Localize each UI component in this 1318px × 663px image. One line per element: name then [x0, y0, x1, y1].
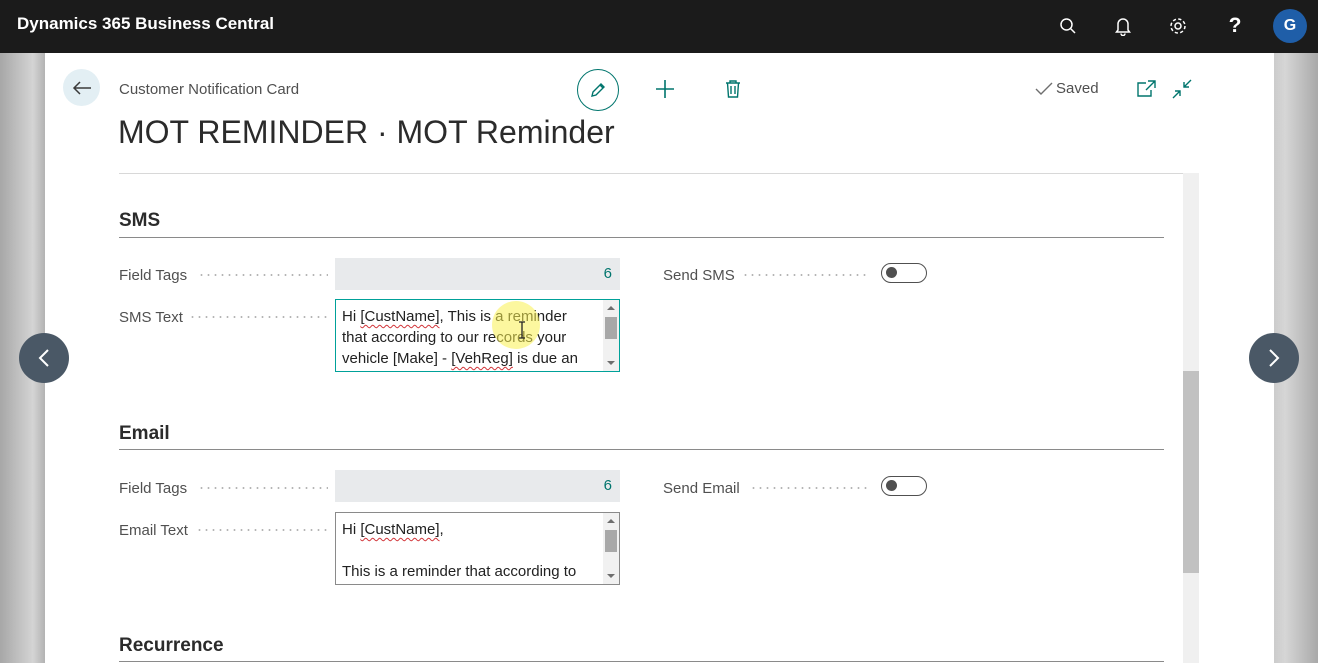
scroll-down-icon[interactable]	[607, 574, 615, 578]
open-new-window-button[interactable]	[1134, 77, 1158, 101]
scroll-up-icon[interactable]	[607, 306, 615, 310]
send-sms-label: Send SMS	[663, 267, 735, 284]
sms-text-tag: [CustName]	[360, 308, 440, 325]
recurrence-section-title[interactable]: Recurrence	[119, 635, 224, 657]
new-button[interactable]	[653, 77, 677, 101]
sms-text-line: vehicle [Make] -	[342, 350, 452, 367]
saved-label: Saved	[1056, 80, 1099, 97]
back-arrow-icon	[72, 80, 91, 95]
saved-status: Saved	[1035, 80, 1099, 97]
leader-dots	[189, 316, 328, 318]
email-field-tags-value[interactable]: 6	[335, 470, 620, 502]
email-text-line: Hi	[342, 521, 361, 538]
email-text-line: ,	[439, 521, 444, 538]
breadcrumb: Customer Notification Card	[119, 81, 300, 98]
leader-dots	[750, 487, 870, 489]
page-scrollbar-thumb[interactable]	[1183, 371, 1199, 573]
collapse-button[interactable]	[1170, 77, 1194, 101]
cursor-highlight	[492, 301, 540, 349]
toggle-knob	[886, 480, 897, 491]
sms-text-scrollbar[interactable]	[603, 300, 619, 371]
checkmark-icon	[1035, 82, 1053, 95]
send-sms-toggle[interactable]	[881, 263, 927, 283]
trash-icon	[726, 80, 740, 98]
sms-section-title[interactable]: SMS	[119, 210, 160, 232]
email-text-scrollbar-thumb[interactable]	[605, 530, 617, 552]
delete-button[interactable]	[721, 77, 745, 101]
chevron-right-icon	[1269, 349, 1280, 367]
send-email-label: Send Email	[663, 480, 740, 497]
email-text-field[interactable]: Hi [CustName], This is a reminder that a…	[335, 512, 620, 585]
text-cursor-icon	[519, 321, 525, 339]
scroll-up-icon[interactable]	[607, 519, 615, 523]
gear-icon[interactable]	[1166, 14, 1190, 38]
recurrence-section-divider	[119, 661, 1164, 662]
avatar[interactable]: G	[1273, 9, 1307, 43]
toggle-knob	[886, 267, 897, 278]
page-scrollbar[interactable]	[1183, 173, 1199, 663]
leader-dots	[196, 529, 328, 531]
search-icon[interactable]	[1056, 14, 1080, 38]
app-title[interactable]: Dynamics 365 Business Central	[17, 14, 274, 34]
bell-icon[interactable]	[1111, 14, 1135, 38]
previous-record-button[interactable]	[19, 333, 69, 383]
sms-text-field[interactable]: Hi [CustName], This is a reminder that a…	[335, 299, 620, 372]
email-text-label: Email Text	[119, 522, 188, 539]
notification-card: Customer Notification Card MOT REMINDER …	[45, 53, 1274, 663]
sms-section-divider	[119, 237, 1164, 238]
sms-text-label: SMS Text	[119, 309, 183, 326]
sms-field-tags-label: Field Tags	[119, 267, 188, 284]
sms-field-tags-value[interactable]: 6	[335, 258, 620, 290]
top-bar: Dynamics 365 Business Central ? G	[0, 0, 1318, 53]
back-button[interactable]	[63, 69, 100, 106]
pencil-icon	[591, 83, 605, 97]
leader-dots	[198, 487, 328, 489]
email-field-tags-label: Field Tags	[119, 480, 188, 497]
edit-button[interactable]	[577, 69, 619, 111]
sms-text-scrollbar-thumb[interactable]	[605, 317, 617, 339]
header-divider	[119, 173, 1199, 174]
page-title: MOT REMINDER · MOT Reminder	[118, 114, 615, 150]
email-text-tag: [CustName]	[360, 521, 440, 538]
sms-text-tag: [VehReg]	[451, 350, 513, 367]
collapse-icon	[1172, 79, 1192, 99]
plus-icon	[656, 80, 674, 98]
help-icon[interactable]: ?	[1223, 14, 1247, 38]
leader-dots	[198, 274, 328, 276]
sms-text-line: is due an	[512, 350, 578, 367]
send-email-toggle[interactable]	[881, 476, 927, 496]
email-section-title[interactable]: Email	[119, 423, 170, 445]
sms-text-line: Hi	[342, 308, 361, 325]
chevron-left-icon	[38, 349, 49, 367]
email-text-scrollbar[interactable]	[603, 513, 619, 584]
leader-dots	[742, 274, 870, 276]
open-external-icon	[1137, 80, 1156, 97]
email-text-line: This is a reminder that according to	[342, 563, 577, 580]
next-record-button[interactable]	[1249, 333, 1299, 383]
email-section-divider	[119, 449, 1164, 450]
scroll-down-icon[interactable]	[607, 361, 615, 365]
